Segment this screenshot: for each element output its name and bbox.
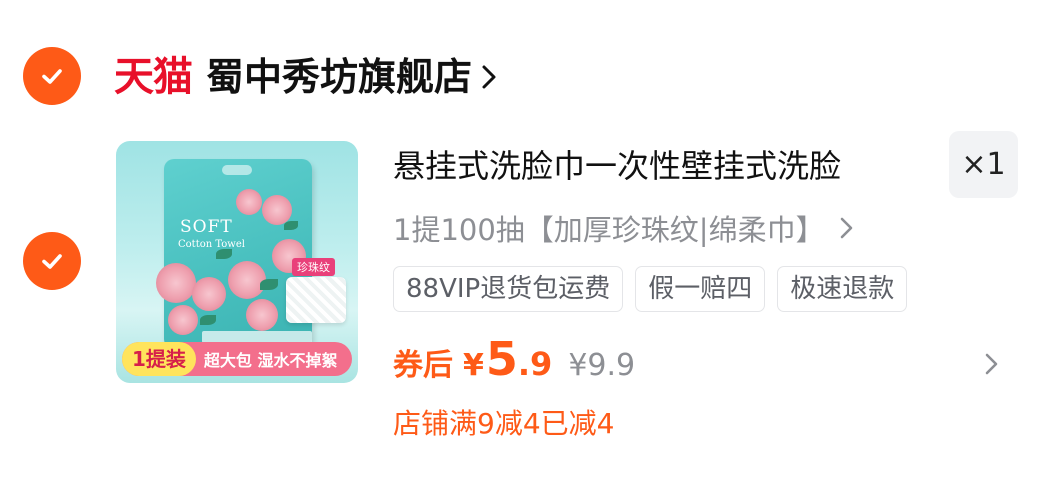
- shop-name[interactable]: 蜀中秀坊旗舰店: [206, 52, 472, 102]
- flower-decoration: [168, 305, 198, 335]
- chevron-right-icon: [840, 217, 852, 239]
- sku-text: 1提100抽【加厚珍珠纹|绵柔巾】: [393, 213, 825, 247]
- package-handle: [222, 165, 252, 175]
- price-integer: 5: [485, 332, 518, 386]
- currency-symbol: ¥: [463, 348, 484, 383]
- chevron-right-icon[interactable]: [984, 351, 1000, 377]
- leaf-decoration: [216, 249, 232, 259]
- badge-sub: 超大包 湿水不掉絮: [203, 351, 338, 370]
- shop-header[interactable]: 天猫 蜀中秀坊旗舰店: [114, 52, 500, 102]
- flower-decoration: [192, 277, 226, 311]
- flower-decoration: [236, 189, 262, 215]
- image-badge: 1提装 超大包 湿水不掉絮: [122, 342, 352, 376]
- quantity-button[interactable]: ×1: [949, 131, 1018, 198]
- towel-sample: [286, 277, 346, 323]
- tmall-logo: 天猫: [114, 54, 193, 100]
- service-tag: 假一赔四: [635, 266, 766, 312]
- chevron-right-icon[interactable]: [478, 62, 500, 92]
- flower-decoration: [156, 263, 196, 303]
- badge-main: 1提装: [122, 342, 196, 376]
- leaf-decoration: [260, 279, 278, 290]
- service-tags: 88VIP退货包运费 假一赔四 极速退款: [393, 266, 908, 312]
- product-title[interactable]: 悬挂式洗脸巾一次性壁挂式洗脸: [393, 144, 841, 188]
- flower-decoration: [228, 261, 266, 299]
- check-icon: [42, 69, 62, 84]
- service-tag: 极速退款: [777, 266, 908, 312]
- check-icon: [42, 254, 62, 269]
- discount-info: 店铺满9减4已减4: [393, 407, 615, 440]
- leaf-decoration: [200, 315, 216, 325]
- sku-selector[interactable]: 1提100抽【加厚珍珠纹|绵柔巾】: [393, 207, 855, 249]
- item-select-checkbox[interactable]: [23, 232, 81, 290]
- price-row: 券后 ¥ 5 .9 ¥9.9: [393, 332, 635, 392]
- pearl-texture-tag: 珍珠纹: [292, 258, 335, 276]
- leaf-decoration: [284, 221, 298, 230]
- original-price: ¥9.9: [568, 348, 636, 383]
- flower-decoration: [246, 299, 278, 331]
- cart-shop-card: 天猫 蜀中秀坊旗舰店 SOFT Cotton Towel 珍珠纹 1提装 超大包…: [0, 0, 1058, 480]
- package-subtitle: Cotton Towel: [178, 239, 245, 250]
- service-tag: 88VIP退货包运费: [393, 266, 624, 312]
- coupon-price-label: 券后: [393, 348, 453, 383]
- shop-select-checkbox[interactable]: [23, 47, 81, 105]
- price-decimal: .9: [517, 345, 553, 383]
- package-brand: SOFT: [180, 217, 233, 237]
- product-image[interactable]: SOFT Cotton Towel 珍珠纹 1提装 超大包 湿水不掉絮: [116, 141, 358, 383]
